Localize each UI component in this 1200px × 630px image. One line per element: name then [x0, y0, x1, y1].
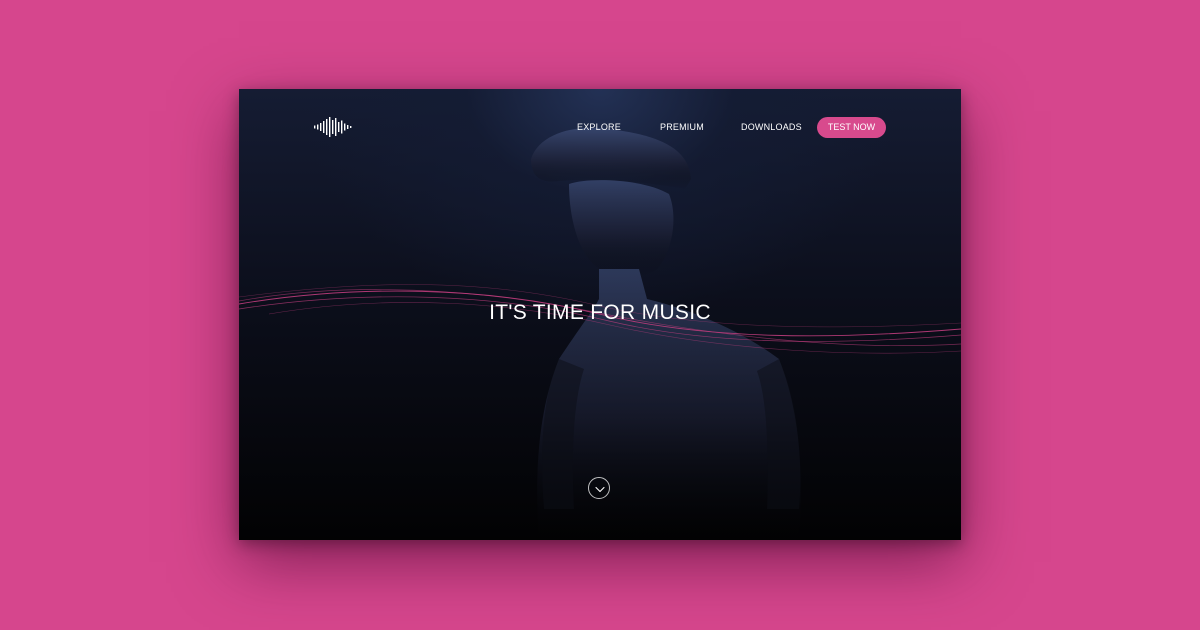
test-now-button[interactable]: TEST NOW — [817, 117, 886, 138]
scroll-down-button[interactable] — [588, 477, 610, 499]
landing-page-screenshot: EXPLORE PREMIUM DOWNLOADS TEST NOW IT'S … — [239, 89, 961, 540]
nav-explore[interactable]: EXPLORE — [577, 122, 621, 132]
chevron-down-icon — [595, 486, 605, 493]
nav-premium[interactable]: PREMIUM — [660, 122, 704, 132]
hero-headline: IT'S TIME FOR MUSIC — [489, 301, 711, 324]
sound-wave-icon[interactable] — [313, 117, 353, 137]
nav-downloads[interactable]: DOWNLOADS — [741, 122, 802, 132]
top-navigation: EXPLORE PREMIUM DOWNLOADS TEST NOW — [239, 89, 961, 165]
